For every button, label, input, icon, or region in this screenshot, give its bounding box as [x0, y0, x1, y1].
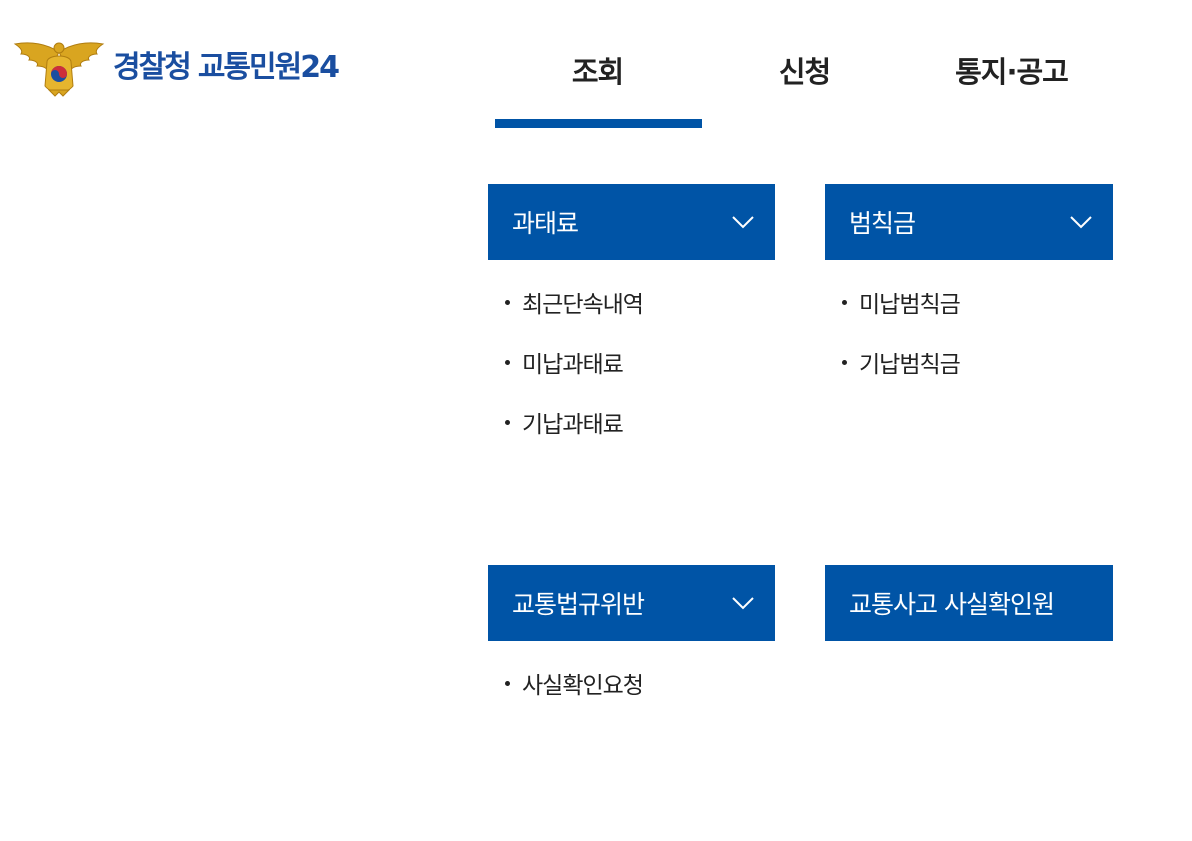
bullet-icon — [505, 419, 510, 425]
menu-title: 범칙금 — [849, 209, 916, 238]
logo-agency-text: 경찰청 — [113, 50, 192, 85]
menu-item-label: 사실확인요청 — [522, 673, 644, 699]
menu-header-penalties[interactable]: 범칙금 — [825, 184, 1113, 260]
menu-group-fines: 과태료 최근단속내역 미납과태료 기납과태료 — [488, 184, 775, 452]
menu-item-label: 최근단속내역 — [522, 292, 644, 318]
tab-inquiry[interactable]: 조회 — [494, 0, 702, 128]
menu-item-paid-penalties[interactable]: 기납범칙금 — [825, 332, 1113, 392]
menu-item-label: 미납과태료 — [522, 352, 624, 378]
menu-item-unpaid-fines[interactable]: 미납과태료 — [488, 332, 775, 392]
police-emblem-icon — [13, 42, 105, 97]
chevron-down-icon — [732, 597, 754, 610]
menu-list: 미납범칙금 기납범칙금 — [825, 272, 1113, 392]
menu-header-accident-certificate[interactable]: 교통사고 사실확인원 — [825, 565, 1113, 641]
menu-title: 과태료 — [512, 209, 579, 238]
menu-title: 교통법규위반 — [512, 590, 645, 619]
menu-item-label: 미납범칙금 — [859, 292, 961, 318]
bullet-icon — [505, 359, 510, 365]
menu-group-traffic-violation: 교통법규위반 사실확인요청 — [488, 565, 775, 713]
menu-item-fact-check-request[interactable]: 사실확인요청 — [488, 653, 775, 713]
menu-list: 사실확인요청 — [488, 653, 775, 713]
menu-group-accident-certificate: 교통사고 사실확인원 — [825, 565, 1113, 641]
tab-label: 조회 — [571, 55, 624, 89]
menu-item-label: 기납과태료 — [522, 412, 624, 438]
tab-application[interactable]: 신청 — [701, 0, 908, 128]
chevron-down-icon — [1070, 216, 1092, 229]
logo-service-text: 교통민원24 — [197, 50, 340, 85]
tab-label: 통지·공고 — [955, 55, 1069, 89]
site-logo[interactable]: 경찰청 교통민원24 — [13, 38, 340, 98]
bullet-icon — [842, 359, 847, 365]
menu-title: 교통사고 사실확인원 — [849, 590, 1055, 619]
menu-list: 최근단속내역 미납과태료 기납과태료 — [488, 272, 775, 452]
bullet-icon — [505, 680, 510, 686]
main-nav: 조회 신청 통지·공고 — [494, 0, 1116, 128]
bullet-icon — [505, 299, 510, 305]
tab-label: 신청 — [778, 55, 831, 89]
tab-notice[interactable]: 통지·공고 — [908, 0, 1115, 128]
menu-item-label: 기납범칙금 — [859, 352, 961, 378]
menu-item-unpaid-penalties[interactable]: 미납범칙금 — [825, 272, 1113, 332]
menu-header-fines[interactable]: 과태료 — [488, 184, 775, 260]
menu-group-penalties: 범칙금 미납범칙금 기납범칙금 — [825, 184, 1113, 392]
menu-item-paid-fines[interactable]: 기납과태료 — [488, 392, 775, 452]
chevron-down-icon — [732, 216, 754, 229]
bullet-icon — [842, 299, 847, 305]
menu-item-recent-enforcement[interactable]: 최근단속내역 — [488, 272, 775, 332]
menu-header-traffic-violation[interactable]: 교통법규위반 — [488, 565, 775, 641]
